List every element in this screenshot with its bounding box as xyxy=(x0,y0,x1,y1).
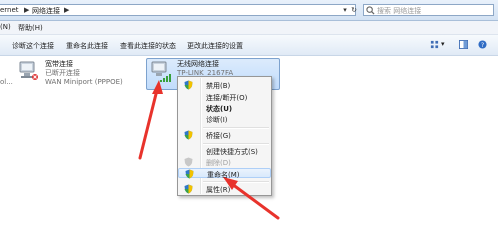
command-toolbar: 诊断这个连接 重命名此连接 查看此连接的状态 更改此连接的设置 ▾ ? xyxy=(0,35,498,56)
menu-item-bridge[interactable]: 桥接(G) xyxy=(178,130,271,140)
chevron-right-icon[interactable]: ▶ xyxy=(64,6,69,14)
search-icon xyxy=(366,6,375,15)
search-placeholder: 搜索 网络连接 xyxy=(377,7,422,15)
context-menu: 禁用(B) 连接/断开(O) 状态(U) 诊断(I) 桥接(G) 创建快捷方式(… xyxy=(177,76,272,196)
rename-connection-button[interactable]: 重命名此连接 xyxy=(66,41,108,51)
menu-item-create-shortcut[interactable]: 创建快捷方式(S) xyxy=(178,146,271,156)
breadcrumb-item-network-connections[interactable]: 网络连接 xyxy=(32,6,60,16)
svg-text:?: ? xyxy=(481,42,484,49)
breadcrumb-item-internet[interactable]: ernet xyxy=(0,6,19,14)
menu-item-label: 删除(D) xyxy=(206,159,231,167)
menu-item-label: 禁用(B) xyxy=(206,82,231,90)
shield-icon xyxy=(184,184,193,194)
menu-item-label: 连接/断开(O) xyxy=(206,94,248,102)
shield-icon xyxy=(184,130,193,140)
search-input[interactable]: 搜索 网络连接 xyxy=(363,4,494,16)
shield-icon xyxy=(185,169,194,179)
menu-item-rename[interactable]: 重命名(M) xyxy=(178,168,271,179)
menu-item-properties[interactable]: 属性(R) xyxy=(178,184,271,194)
menu-bar: (N) 帮助(H) xyxy=(0,21,498,35)
refresh-icon[interactable]: ↻ xyxy=(348,4,360,16)
breadcrumb[interactable]: ernet ▶ 网络连接 ▶ xyxy=(0,4,356,16)
preview-pane-icon[interactable] xyxy=(459,40,468,49)
shield-icon xyxy=(184,80,193,90)
menu-item-help[interactable]: 帮助(H) xyxy=(18,23,43,33)
wireless-connection-icon[interactable] xyxy=(150,60,172,84)
menu-item-diagnose[interactable]: 诊断(I) xyxy=(178,114,271,124)
connection-status: 已断开连接 xyxy=(45,69,80,77)
broadband-connection-icon[interactable] xyxy=(18,60,40,82)
diagnose-connection-button[interactable]: 诊断这个连接 xyxy=(12,41,54,51)
menu-item-disable[interactable]: 禁用(B) xyxy=(178,80,271,90)
connection-device: WAN Miniport (PPPOE) xyxy=(45,78,123,86)
menu-item-label: 状态(U) xyxy=(206,105,233,113)
view-connection-status-button[interactable]: 查看此连接的状态 xyxy=(120,41,176,51)
help-icon[interactable]: ? xyxy=(478,40,487,49)
menu-separator xyxy=(203,143,269,145)
menu-item-label: 属性(R) xyxy=(206,186,231,194)
menu-item-label: 诊断(I) xyxy=(206,116,228,124)
truncated-item-label: ol... xyxy=(0,78,13,86)
view-options-icon[interactable] xyxy=(430,40,439,49)
menu-item-delete: 删除(D) xyxy=(178,157,271,167)
connection-name: 宽带连接 xyxy=(45,60,73,68)
view-dropdown-icon[interactable]: ▾ xyxy=(441,40,445,48)
menu-separator xyxy=(203,127,269,129)
menu-item-label: 桥接(G) xyxy=(206,132,231,140)
menu-item-connect-disconnect[interactable]: 连接/断开(O) xyxy=(178,92,271,102)
menu-item-status[interactable]: 状态(U) xyxy=(178,103,271,113)
change-connection-settings-button[interactable]: 更改此连接的设置 xyxy=(187,41,243,51)
menu-item-label: 创建快捷方式(S) xyxy=(206,148,258,156)
menu-item-network[interactable]: (N) xyxy=(0,23,11,31)
menu-item-label: 重命名(M) xyxy=(207,171,240,179)
menu-separator xyxy=(203,181,269,183)
address-bar: ernet ▶ 网络连接 ▶ ▾ ↻ 搜索 网络连接 xyxy=(0,0,498,21)
shield-icon xyxy=(184,157,193,167)
chevron-right-icon[interactable]: ▶ xyxy=(24,6,29,14)
connection-name: 无线网络连接 xyxy=(177,60,219,68)
